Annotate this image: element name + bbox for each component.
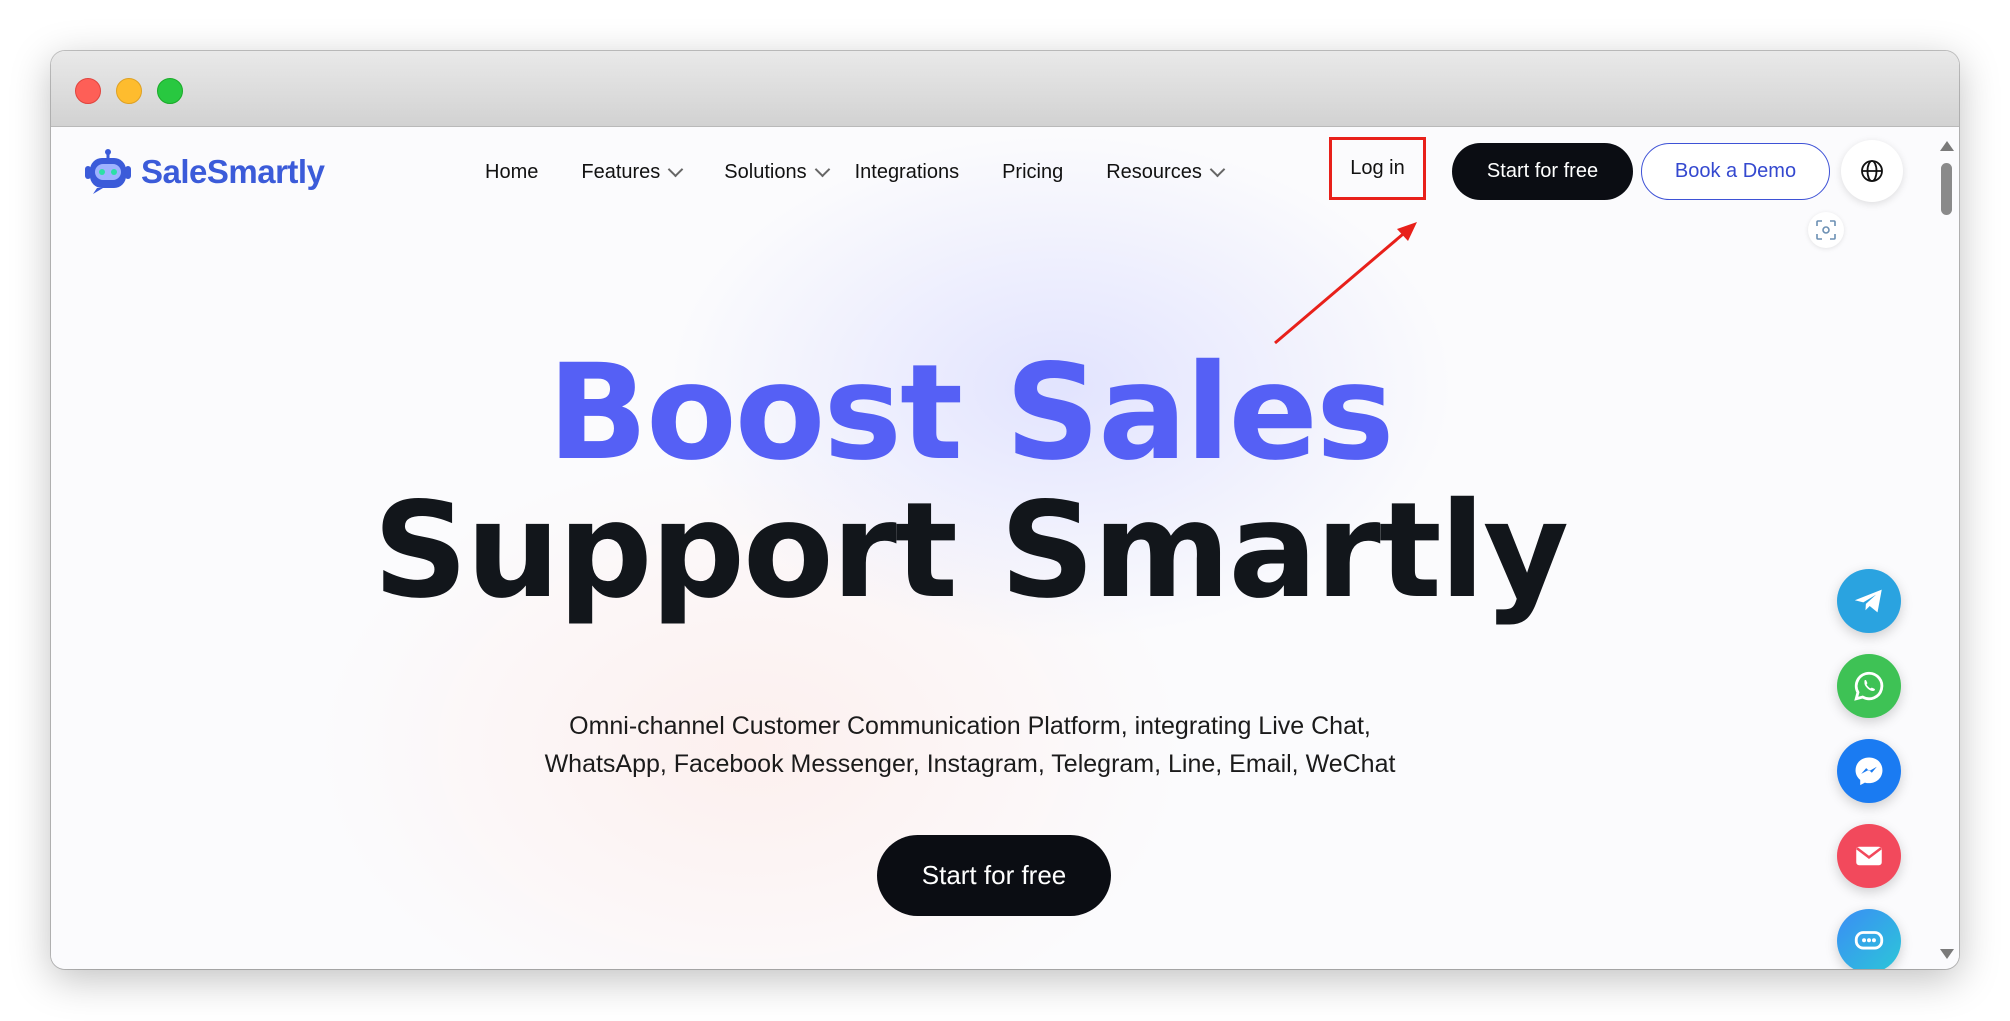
hero-subtitle: Omni-channel Customer Communication Plat… — [51, 707, 1959, 783]
messenger-contact-button[interactable] — [1837, 739, 1901, 803]
globe-icon — [1861, 160, 1883, 182]
nav-item-solutions[interactable]: Solutions — [724, 160, 830, 184]
maximize-window-button[interactable] — [157, 78, 183, 104]
subtitle-line: WhatsApp, Facebook Messenger, Instagram,… — [544, 750, 1396, 778]
telegram-contact-button[interactable] — [1837, 569, 1901, 633]
nav-item-label: Integrations — [854, 160, 960, 183]
nav-item-label: Home — [485, 160, 539, 183]
scroll-down-arrow-icon[interactable] — [1940, 949, 1954, 959]
book-demo-button[interactable]: Book a Demo — [1641, 143, 1830, 200]
messenger-icon — [1855, 757, 1883, 786]
annotation-arrow — [1274, 222, 1417, 345]
nav-item-resources[interactable]: Resources — [1106, 160, 1226, 184]
browser-window: SaleSmartly Home Features Solutions Inte… — [51, 51, 1959, 969]
nav-item-features[interactable]: Features — [581, 160, 684, 184]
telegram-icon — [1854, 589, 1882, 613]
hero-title-line1: Boost Sales — [547, 336, 1394, 490]
scrollbar-thumb[interactable] — [1941, 163, 1952, 215]
chat-icon — [1854, 931, 1884, 950]
nav-item-label: Resources — [1106, 160, 1202, 183]
close-window-button[interactable] — [75, 78, 101, 104]
language-button[interactable] — [1841, 140, 1903, 202]
brand-logo[interactable]: SaleSmartly — [81, 149, 325, 195]
nav-item-label: Solutions — [724, 160, 807, 183]
main-nav: Home Features Solutions Integrations Pri… — [485, 149, 1266, 195]
screenshot-tool-button[interactable] — [1808, 212, 1844, 248]
nav-item-home[interactable]: Home — [485, 161, 538, 184]
whatsapp-contact-button[interactable] — [1837, 654, 1901, 718]
whatsapp-icon — [1854, 671, 1884, 701]
nav-item-label: Pricing — [1002, 160, 1064, 183]
page-scrollbar[interactable] — [1933, 127, 1959, 969]
nav-item-integrations[interactable]: Integrations — [855, 161, 960, 184]
chevron-down-icon — [668, 161, 684, 177]
chevron-down-icon — [814, 161, 830, 177]
nav-item-pricing[interactable]: Pricing — [1002, 161, 1063, 184]
scan-icon — [1816, 220, 1836, 240]
minimize-window-button[interactable] — [116, 78, 142, 104]
nav-item-label: Features — [581, 160, 661, 183]
subtitle-line: Omni-channel Customer Communication Plat… — [569, 712, 1371, 740]
brand-name: SaleSmartly — [141, 153, 325, 190]
email-icon — [1856, 846, 1882, 866]
chevron-down-icon — [1209, 161, 1226, 177]
hero-title-line2: Support Smartly — [372, 474, 1569, 628]
live-chat-button[interactable] — [1837, 909, 1901, 969]
start-for-free-hero-button[interactable]: Start for free — [877, 835, 1111, 916]
robot-logo-icon — [81, 149, 135, 195]
web-page: SaleSmartly Home Features Solutions Inte… — [51, 127, 1959, 969]
scroll-up-arrow-icon[interactable] — [1940, 141, 1954, 151]
start-for-free-nav-button[interactable]: Start for free — [1452, 143, 1633, 200]
email-contact-button[interactable] — [1837, 824, 1901, 888]
login-button[interactable]: Log in — [1329, 137, 1426, 200]
window-titlebar — [51, 51, 1959, 127]
